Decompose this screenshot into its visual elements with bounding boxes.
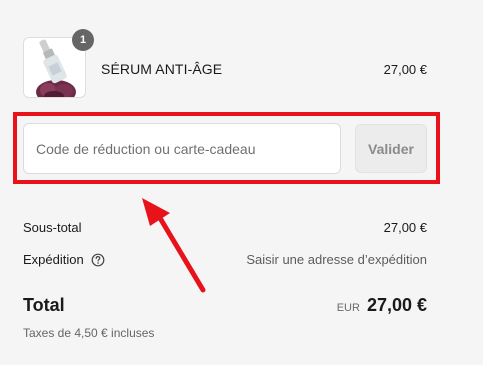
shipping-row: Expédition [23, 252, 105, 267]
product-name: SÉRUM ANTI-ÂGE [101, 61, 223, 77]
shipping-value: Saisir une adresse d’expédition [246, 252, 427, 267]
quantity-badge: 1 [72, 29, 94, 51]
order-summary: 1 SÉRUM ANTI-ÂGE 27,00 € Valider Sous-to… [0, 0, 483, 365]
taxes-note: Taxes de 4,50 € incluses [23, 326, 155, 340]
subtotal-value: 27,00 € [383, 220, 427, 235]
total-value: 27,00 € [366, 295, 427, 315]
highlight-box [13, 112, 440, 184]
subtotal-label: Sous-total [23, 220, 82, 235]
currency-code: EUR [336, 302, 360, 314]
shipping-label: Expédition [23, 252, 84, 267]
total-label: Total [23, 295, 65, 315]
help-icon[interactable] [91, 253, 105, 267]
total-amount: EUR 27,00 € [337, 295, 427, 316]
product-price: 27,00 € [383, 62, 427, 77]
